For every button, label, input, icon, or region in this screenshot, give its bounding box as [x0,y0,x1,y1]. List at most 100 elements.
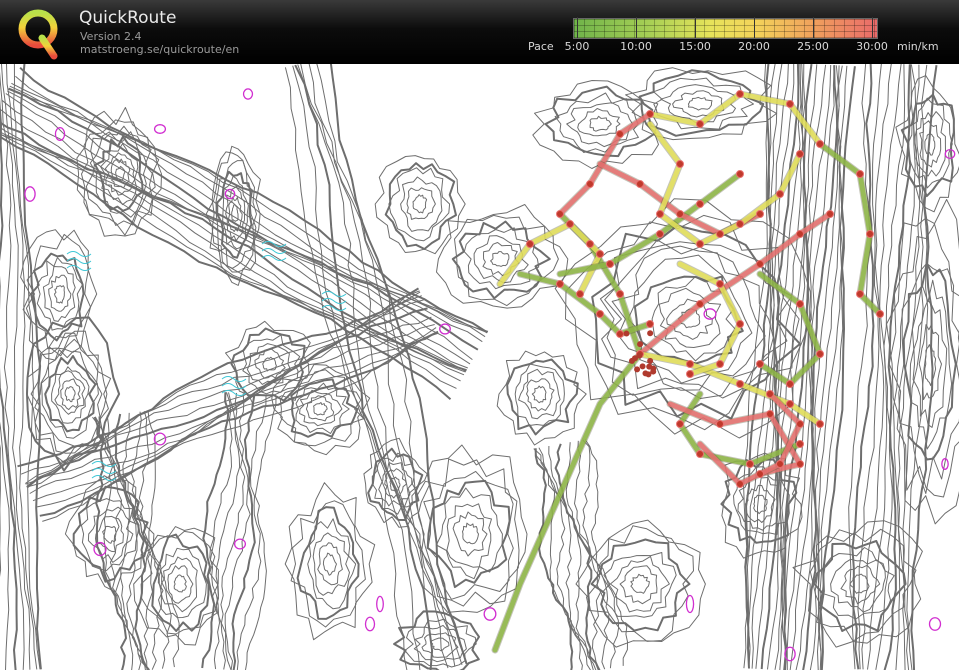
contour-line [60,378,81,411]
route-stop-marker [696,240,704,248]
route-stop-marker [796,460,804,468]
route-stop-marker [526,240,534,248]
pace-label: Pace [528,40,554,53]
contour-line [0,71,25,670]
route-stop-marker [642,370,649,377]
contour-line [462,522,479,545]
contour-line [317,542,343,586]
contour-line [412,194,428,214]
feature-symbol [153,124,167,134]
route-stop-marker [776,460,784,468]
app-url: matstroeng.se/quickroute/en [80,43,240,56]
contour-line [518,368,561,420]
contour-line [406,187,436,220]
route-stop-marker [606,260,614,268]
contour-line [110,158,131,189]
route-segment [817,141,883,317]
pace-color-scale [573,18,878,39]
route-stop-marker [736,380,744,388]
marsh-symbol [66,251,92,257]
pace-tickmark [813,17,814,38]
route-stop-marker [766,390,774,398]
contour-line [490,251,510,267]
feature-symbol [233,538,247,550]
route-stop-marker [796,440,804,448]
contour-line [630,573,650,594]
route-stop-marker [676,210,684,218]
route-stop-marker [736,170,744,178]
contour-line [589,115,612,132]
contour-line [384,162,457,250]
route-stop-marker [596,310,604,318]
route-stop-marker [596,250,604,258]
route-stop-marker [650,365,657,372]
route-stop-marker [756,210,764,218]
route-stop-marker [776,190,784,198]
contour-line [80,498,140,572]
route-stop-marker [716,230,724,238]
contour-line [26,307,428,489]
contour-line [244,395,277,670]
pace-tick: 5:00 [564,40,590,53]
app-version: Version 2.4 [80,30,142,43]
contour-line [506,358,579,436]
route-stop-marker [826,210,834,218]
route-stop-marker [766,410,774,418]
route-stop-marker [816,420,824,428]
route-stop-marker [696,300,704,308]
route-stop-marker [628,357,635,364]
route-stop-marker [556,210,564,218]
feature-symbol [153,432,167,446]
contour-line [452,511,488,557]
route-stop-marker [656,230,664,238]
contour-line [158,547,207,619]
route-stop-marker [786,100,794,108]
orienteering-map[interactable] [0,64,959,670]
contour-line [305,395,335,422]
pace-tick: 15:00 [679,40,711,53]
quickroute-logo-icon [18,9,58,60]
feature-symbol [364,616,376,632]
contour-line [687,96,713,111]
contour-line [54,285,65,304]
route-stop-marker [876,310,884,318]
contour-line [290,500,366,628]
contour-line [262,356,277,372]
route-stop-marker [716,360,724,368]
marsh-symbol [321,291,347,297]
route-stop-marker [856,290,864,298]
feature-symbol [242,88,254,100]
contour-line [851,64,875,670]
contour-line [48,274,72,312]
marsh-symbol [66,258,92,264]
route-stop-marker [786,400,794,408]
pace-tickmark [754,17,755,38]
route-stop-marker [566,220,574,228]
route-stop-marker [686,370,694,378]
contour-line [322,552,337,576]
feature-symbol [483,607,497,621]
contour-line [296,506,360,620]
route-stop-marker [736,320,744,328]
contour-line [584,439,628,666]
pace-tickmark [695,17,696,38]
route-stop-marker [866,230,874,238]
route-stop-marker [576,290,584,298]
route-stop-marker [586,240,594,248]
marsh-symbol [221,383,247,389]
app-name: QuickRoute [79,8,177,28]
route-stop-marker [756,260,764,268]
route-stop-marker [796,300,804,308]
route-stop-marker [616,330,624,338]
pace-tickmark [872,17,873,38]
route-stop-marker [746,460,754,468]
route-stop-marker [816,350,824,358]
route-stop-marker [696,450,704,458]
contour-lines [0,64,959,670]
route-stop-marker [716,420,724,428]
route-stop-marker [647,330,654,337]
contour-line [312,532,350,596]
contour-line [64,386,76,403]
route-stop-marker [646,110,654,118]
contour-line [531,385,547,404]
